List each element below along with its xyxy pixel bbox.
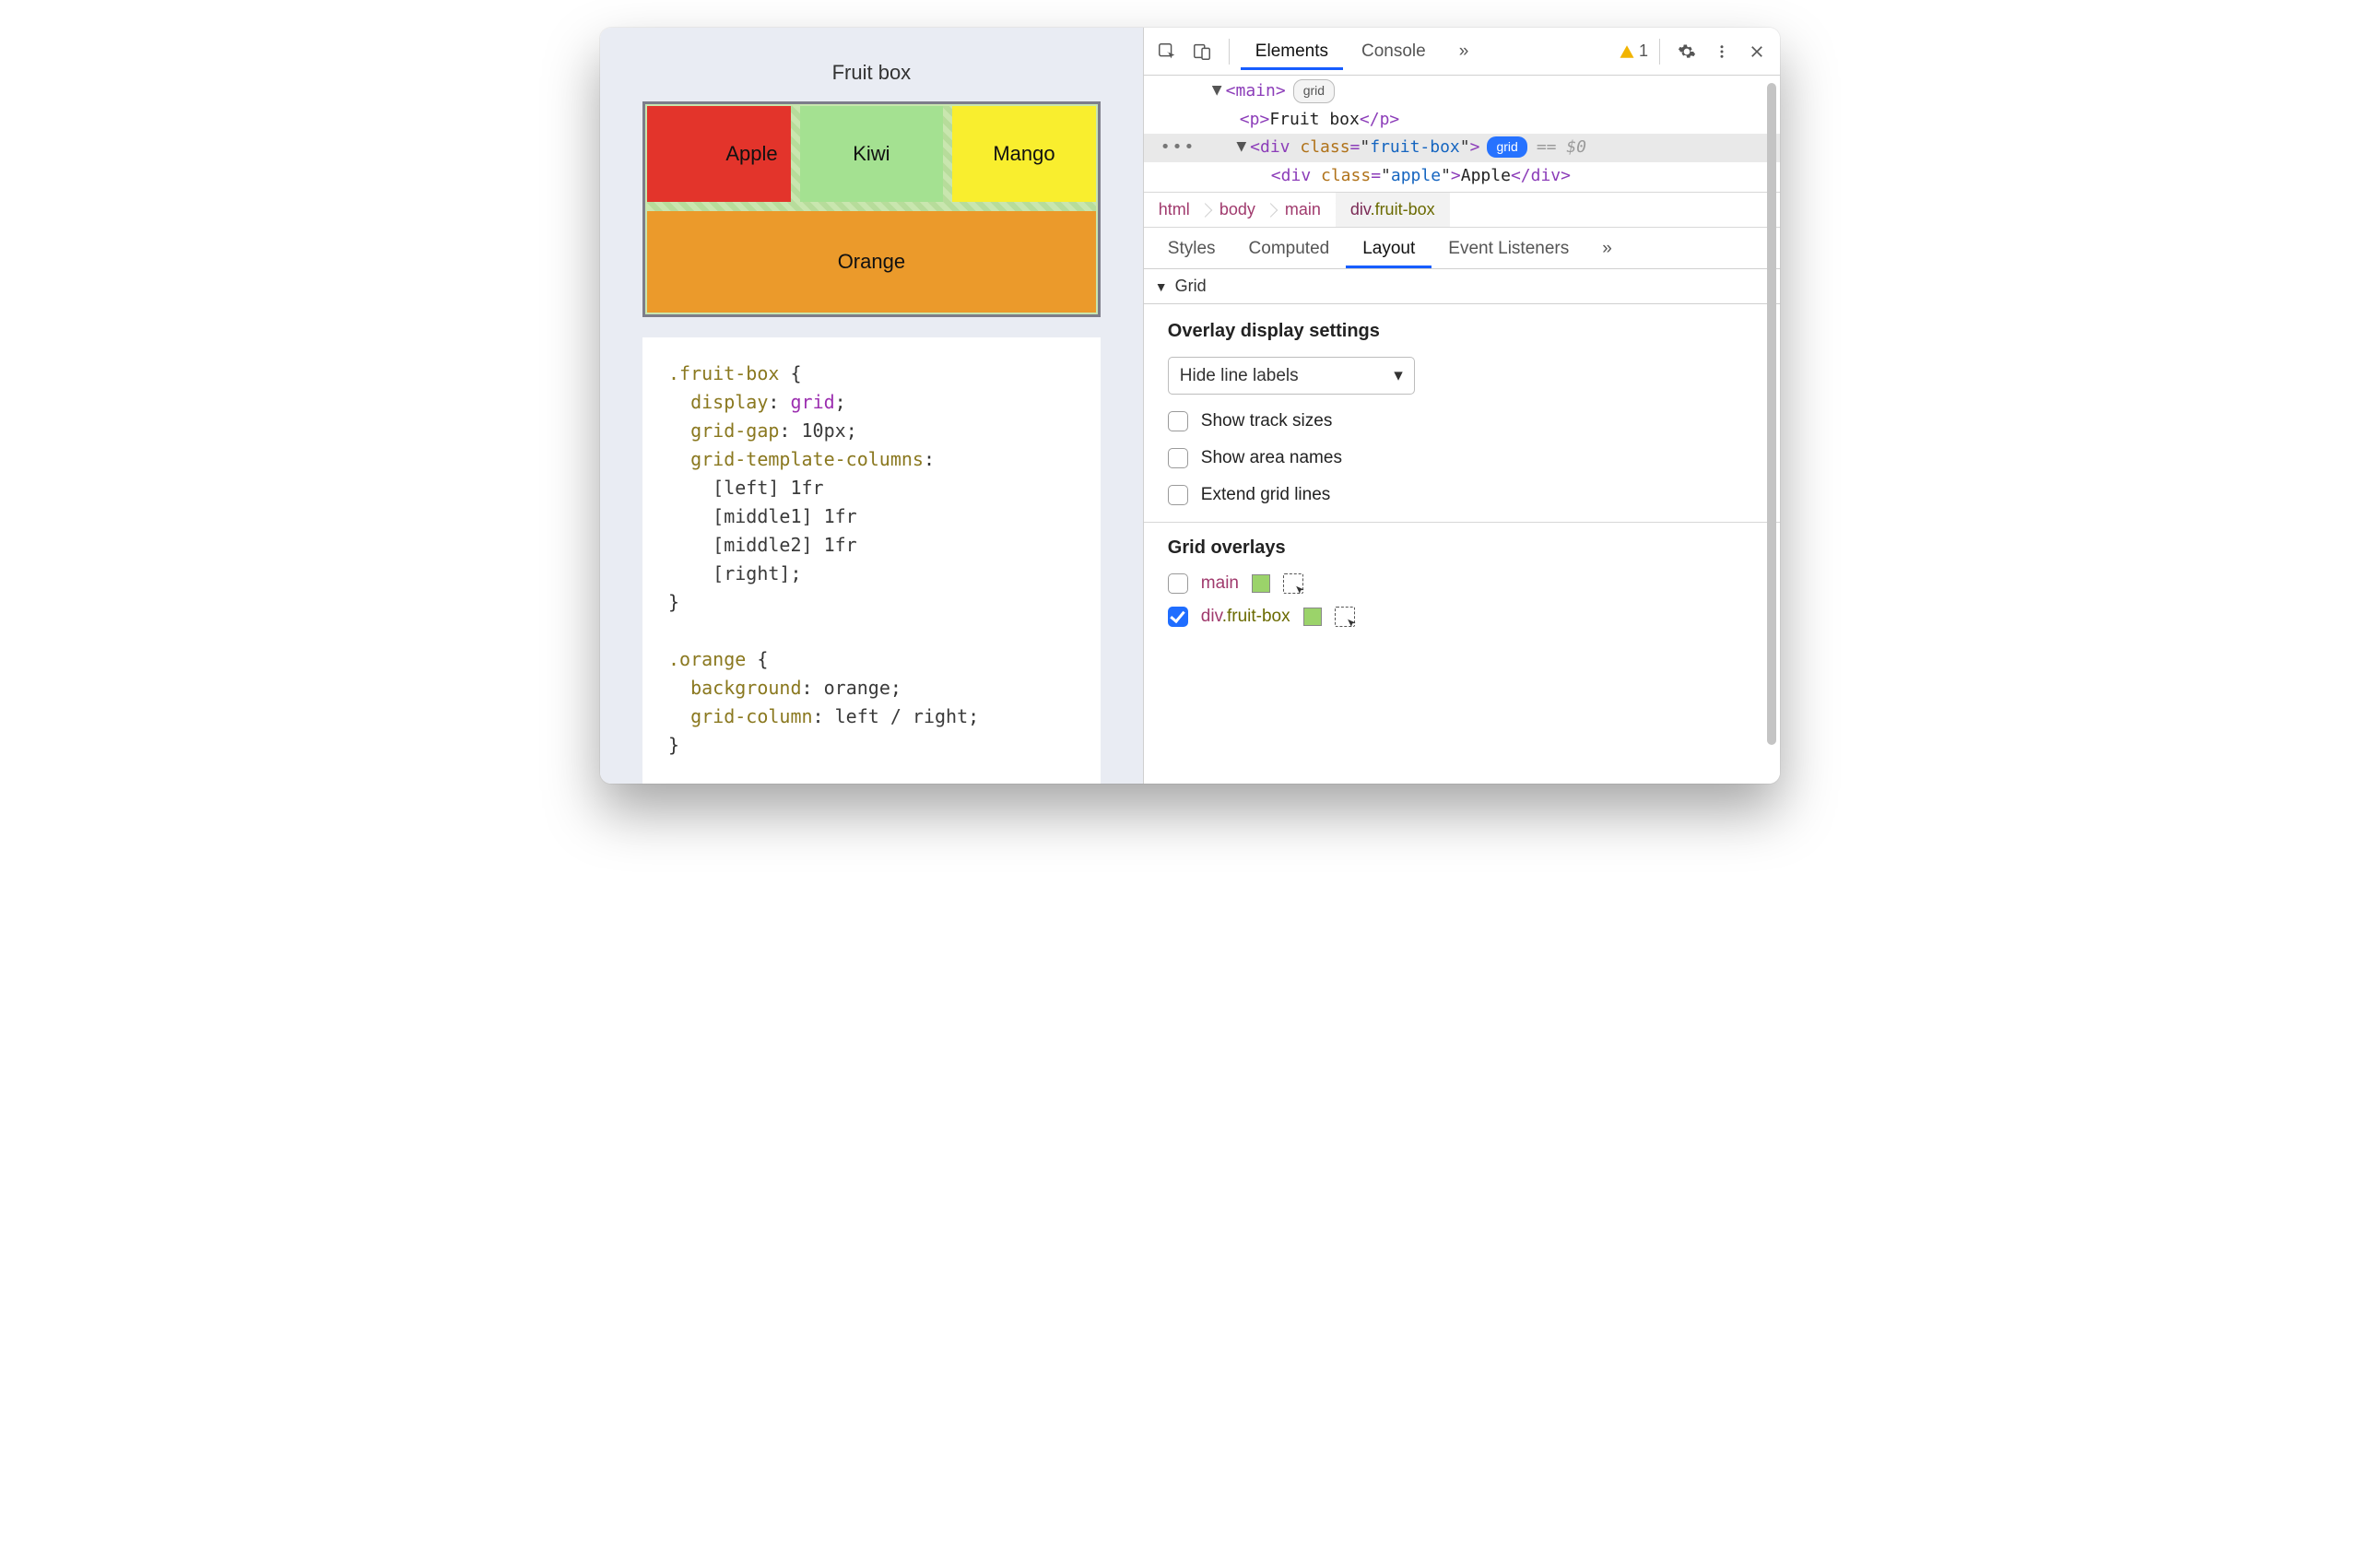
fruit-cell-mango: Mango <box>952 106 1096 202</box>
subtab-layout[interactable]: Layout <box>1346 228 1432 268</box>
chevron-down-icon: ▾ <box>1394 365 1403 386</box>
page-title: Fruit box <box>642 61 1101 85</box>
tab-more[interactable]: » <box>1444 32 1484 70</box>
crumb-selected[interactable]: div.fruit-box <box>1336 193 1450 227</box>
devtools-panel: Elements Console » 1 ▼<main>grid <box>1143 28 1780 784</box>
overlay-settings-heading: Overlay display settings <box>1168 321 1756 342</box>
warnings-count: 1 <box>1639 41 1648 61</box>
color-swatch[interactable] <box>1252 574 1270 593</box>
ellipsis-icon[interactable]: ••• <box>1161 134 1196 162</box>
toolbar-separator <box>1659 39 1660 65</box>
crumb-body[interactable]: body <box>1205 193 1270 227</box>
close-icon[interactable] <box>1741 36 1773 67</box>
checkbox-icon[interactable] <box>1168 448 1188 468</box>
grid-badge[interactable]: grid <box>1293 79 1335 103</box>
subtab-listeners[interactable]: Event Listeners <box>1432 228 1585 268</box>
dom-node-p[interactable]: <p>Fruit box</p> <box>1144 106 1780 135</box>
dom-node-apple[interactable]: <div class="apple">Apple</div> <box>1144 162 1780 191</box>
css-source-card: .fruit-box { display: grid; grid-gap: 10… <box>642 337 1101 784</box>
dom-node-main[interactable]: ▼<main>grid <box>1144 77 1780 106</box>
overlay-name: div.fruit-box <box>1201 607 1290 627</box>
select-value: Hide line labels <box>1180 366 1299 386</box>
checkbox-show-area-names[interactable]: Show area names <box>1168 448 1756 468</box>
grid-section-header[interactable]: ▼ Grid <box>1144 269 1780 304</box>
grid-panel-body: Overlay display settings Hide line label… <box>1144 304 1780 784</box>
devtools-scrollbar[interactable] <box>1767 79 1776 778</box>
divider <box>1144 522 1780 523</box>
checkbox-icon[interactable] <box>1168 485 1188 505</box>
inspect-icon[interactable] <box>1151 36 1183 67</box>
checkbox-icon[interactable] <box>1168 411 1188 431</box>
checkbox-extend-grid-lines[interactable]: Extend grid lines <box>1168 485 1756 505</box>
dom-node-selected[interactable]: ••• ▼<div class="fruit-box">grid== $0 <box>1144 134 1780 162</box>
line-labels-select[interactable]: Hide line labels ▾ <box>1168 357 1415 395</box>
device-toggle-icon[interactable] <box>1186 36 1218 67</box>
warnings-indicator[interactable]: 1 <box>1619 41 1648 61</box>
dom-tree[interactable]: ▼<main>grid <p>Fruit box</p> ••• ▼<div c… <box>1144 76 1780 192</box>
grid-section-title: Grid <box>1175 277 1207 296</box>
styles-subtabs: Styles Computed Layout Event Listeners » <box>1144 228 1780 269</box>
subtab-more[interactable]: » <box>1585 228 1629 268</box>
dollar-zero: == $0 <box>1537 134 1586 162</box>
grid-overlay-fruit-box[interactable]: div.fruit-box <box>1168 607 1756 627</box>
fruit-cell-orange: Orange <box>647 211 1096 313</box>
crumb-main[interactable]: main <box>1270 193 1336 227</box>
overlay-name: main <box>1201 573 1239 594</box>
toolbar-separator <box>1229 39 1230 65</box>
gear-icon[interactable] <box>1671 36 1703 67</box>
page-preview: Fruit box Apple Kiwi Mango Orange .fruit… <box>600 28 1143 784</box>
fruit-cell-kiwi: Kiwi <box>800 106 944 202</box>
grid-overlays-heading: Grid overlays <box>1168 537 1756 559</box>
grid-overlay-main[interactable]: main <box>1168 573 1756 594</box>
highlight-element-icon[interactable] <box>1283 573 1303 594</box>
checkbox-show-track-sizes[interactable]: Show track sizes <box>1168 411 1756 431</box>
color-swatch[interactable] <box>1303 608 1322 626</box>
tab-console[interactable]: Console <box>1347 32 1441 70</box>
checkbox-icon[interactable] <box>1168 607 1188 627</box>
breadcrumb[interactable]: html body main div.fruit-box <box>1144 192 1780 228</box>
subtab-styles[interactable]: Styles <box>1151 228 1232 268</box>
fruit-box-container: Apple Kiwi Mango Orange <box>642 101 1101 317</box>
subtab-computed[interactable]: Computed <box>1232 228 1347 268</box>
fruit-cell-apple: Apple <box>647 106 791 202</box>
fruit-box-grid: Apple Kiwi Mango Orange <box>647 106 1096 313</box>
tab-elements[interactable]: Elements <box>1241 32 1343 70</box>
highlight-element-icon[interactable] <box>1335 607 1355 627</box>
devtools-toolbar: Elements Console » 1 <box>1144 28 1780 76</box>
grid-badge-active[interactable]: grid <box>1487 136 1526 159</box>
checkbox-icon[interactable] <box>1168 573 1188 594</box>
kebab-icon[interactable] <box>1706 36 1738 67</box>
crumb-html[interactable]: html <box>1144 193 1205 227</box>
chevron-down-icon: ▼ <box>1155 279 1168 294</box>
devtools-window: Fruit box Apple Kiwi Mango Orange .fruit… <box>600 28 1780 784</box>
